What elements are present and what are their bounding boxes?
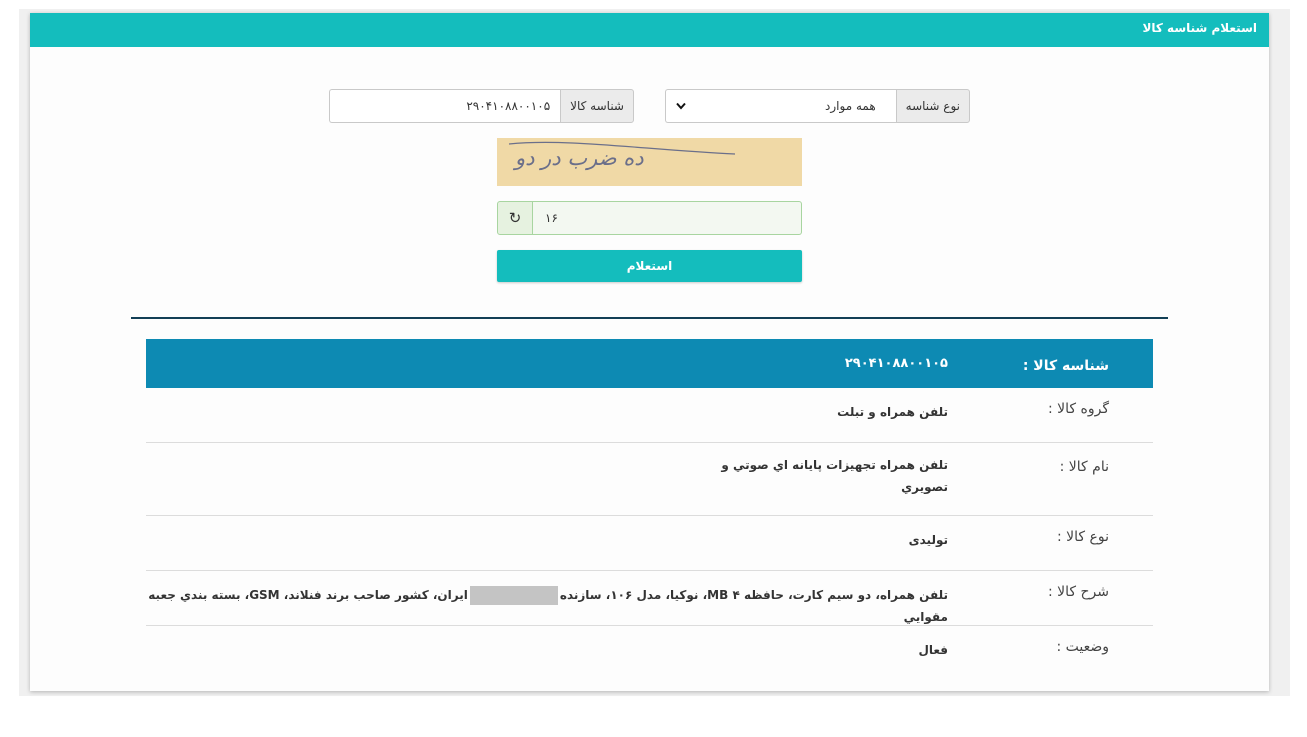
row-label: نام کالا :	[1059, 459, 1109, 475]
row-label: نوع کالا :	[1056, 529, 1109, 545]
row-value: فعال	[918, 643, 948, 657]
row-label: شرح کالا :	[1047, 584, 1109, 600]
id-type-group: نوع شناسه همه موارد	[665, 89, 970, 123]
product-id-label: شناسه کالا	[560, 89, 634, 123]
refresh-icon[interactable]: ↻	[497, 201, 533, 235]
row-label: وضعیت :	[1056, 639, 1109, 655]
captcha-image: ده ضرب در دو	[497, 138, 802, 186]
chevron-down-icon	[676, 99, 686, 113]
row-value: تولیدی	[908, 533, 948, 547]
product-id-group: شناسه کالا ۲۹۰۴۱۰۸۸۰۰۱۰۵	[329, 89, 634, 123]
row-value: تلفن همراه، دو سیم کارت، حافظه ۴ MB، نوک…	[148, 584, 948, 625]
result-header-row: شناسه کالا : ۲۹۰۴۱۰۸۸۰۰۱۰۵	[146, 339, 1153, 388]
product-id-input[interactable]: ۲۹۰۴۱۰۸۸۰۰۱۰۵	[329, 89, 561, 123]
row-value: تلفن همراه تجهیزات پایانه اي صوتي و تصوي…	[721, 458, 948, 494]
captcha-group: ↻ ۱۶	[497, 201, 802, 235]
inquiry-button[interactable]: استعلام	[497, 250, 802, 282]
id-type-selected: همه موارد	[825, 99, 876, 113]
row-value: تلفن همراه و تبلت	[837, 405, 948, 419]
table-row: وضعیت : فعال	[146, 626, 1153, 678]
id-type-select[interactable]: همه موارد	[665, 89, 896, 123]
result-header-label: شناسه کالا :	[1022, 357, 1109, 374]
redacted-block	[469, 586, 558, 605]
captcha-text: ده ضرب در دو	[515, 146, 644, 170]
row-value-part: تلفن همراه، دو سیم کارت، حافظه ۴ MB، نوک…	[559, 588, 948, 602]
result-table: شناسه کالا : ۲۹۰۴۱۰۸۸۰۰۱۰۵ گروه کالا : ت…	[146, 339, 1153, 678]
result-header-value: ۲۹۰۴۱۰۸۸۰۰۱۰۵	[844, 355, 948, 371]
table-row: گروه کالا : تلفن همراه و تبلت	[146, 388, 1153, 443]
id-type-label: نوع شناسه	[895, 89, 970, 123]
row-label: گروه کالا :	[1047, 401, 1109, 417]
captcha-input[interactable]: ۱۶	[533, 201, 802, 235]
table-row: نوع کالا : تولیدی	[146, 516, 1153, 571]
table-row: نام کالا : تلفن همراه تجهیزات پایانه اي …	[146, 443, 1153, 516]
divider	[131, 317, 1168, 319]
panel-title: استعلام شناسه کالا	[30, 13, 1269, 47]
table-row: شرح کالا : تلفن همراه، دو سیم کارت، حافظ…	[146, 571, 1153, 626]
